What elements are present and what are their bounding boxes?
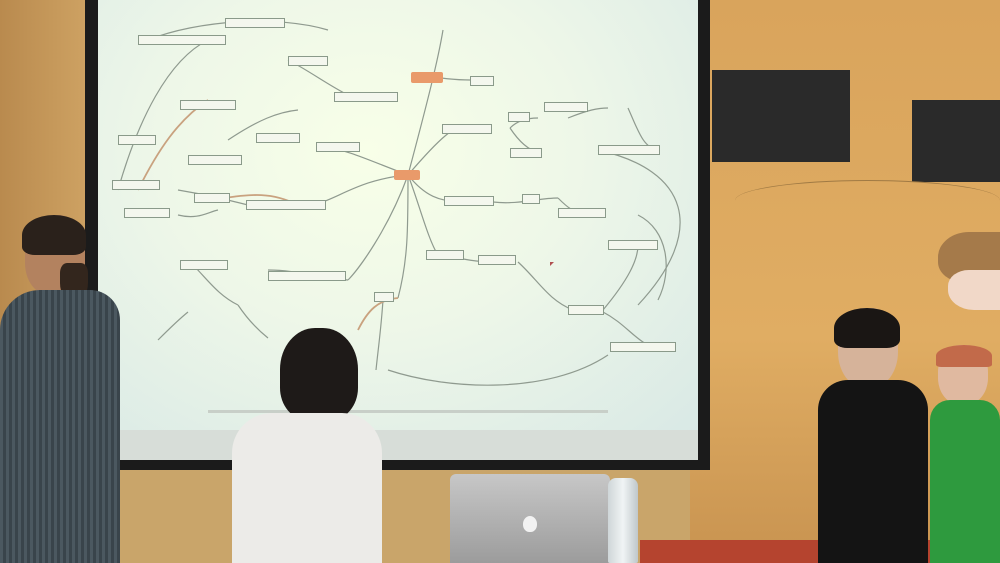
mindmap-node	[478, 255, 516, 265]
boy-shirt	[818, 380, 928, 563]
mindmap-node	[256, 133, 300, 143]
mindmap-link-accent	[357, 297, 399, 331]
mindmap-node	[268, 271, 346, 281]
mindmap-node	[180, 100, 236, 110]
mindmap-node	[442, 124, 492, 134]
mindmap-link	[347, 174, 409, 281]
mindmap-node	[334, 92, 398, 102]
mindmap-node	[180, 260, 228, 270]
seated-person-hair	[280, 328, 358, 420]
mindmap-link	[602, 244, 639, 311]
presenter-hair	[22, 215, 86, 255]
apple-logo-icon	[523, 516, 537, 532]
mindmap-node	[558, 208, 606, 218]
mindmap-node	[124, 208, 170, 218]
mindmap-link-accent	[137, 99, 209, 191]
mindmap-node	[544, 102, 588, 112]
mindmap-link	[597, 149, 681, 306]
mindmap-link	[397, 174, 409, 299]
mindmap-link	[637, 214, 667, 301]
mindmap-node	[522, 194, 540, 204]
mindmap-hub-top	[411, 72, 443, 83]
mindmap-node	[194, 193, 230, 203]
mindmap-link	[407, 174, 439, 256]
projection-screen	[98, 0, 698, 430]
mindmap-node	[374, 292, 394, 302]
boy-hair	[834, 308, 900, 348]
boy-black-shirt	[818, 308, 928, 563]
seated-person-shirt	[232, 413, 382, 563]
mindmap-node	[610, 342, 676, 352]
mindmap-link	[117, 39, 209, 191]
presenter-man	[0, 215, 130, 563]
mindmap-node	[188, 155, 242, 165]
mindmap-node	[598, 145, 660, 155]
mindmap-node	[470, 76, 494, 86]
seated-person-white-shirt	[232, 328, 387, 563]
mindmap-node	[510, 148, 542, 158]
mindmap-node	[508, 112, 530, 122]
mindmap-node	[608, 240, 658, 250]
mindmap-node	[444, 196, 494, 206]
mindmap-node	[316, 142, 360, 152]
power-cable	[735, 180, 1000, 221]
window-upper-right	[912, 100, 1000, 182]
presenter-shirt	[0, 290, 120, 563]
mindmap-node	[568, 305, 604, 315]
mindmap-node	[118, 135, 156, 145]
screen-lower-border	[98, 430, 698, 460]
mindmap-link	[407, 29, 444, 176]
mindmap-link	[517, 261, 574, 311]
mindmap-node	[112, 180, 160, 190]
mindmap-node	[426, 250, 464, 260]
photo-scene	[0, 0, 1000, 563]
mindmap-link	[177, 209, 219, 218]
water-bottle	[608, 478, 638, 563]
mindmap-link	[387, 354, 609, 386]
mindmap-hub-center	[394, 170, 420, 180]
mindmap-node	[246, 200, 326, 210]
mindmap-node	[288, 56, 328, 66]
mindmap-link	[157, 311, 189, 341]
laptop	[450, 474, 610, 563]
child-face	[948, 270, 1000, 310]
window-upper	[712, 70, 850, 162]
mindmap-links	[117, 20, 681, 386]
mindmap-node	[138, 35, 226, 45]
mindmap-link	[192, 264, 239, 306]
mindmap-link	[627, 107, 659, 151]
child-right-edge	[938, 232, 1000, 563]
mouse-cursor	[550, 262, 554, 266]
mindmap-node	[225, 18, 285, 28]
